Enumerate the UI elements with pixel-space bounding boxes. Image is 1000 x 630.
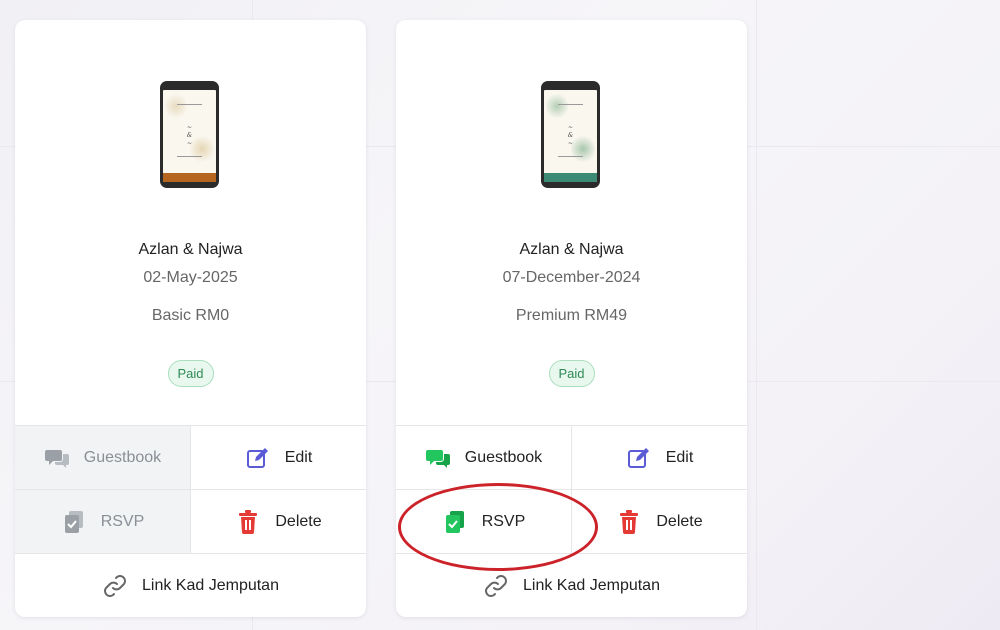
link-label: Link Kad Jemputan	[523, 577, 660, 594]
clipboard-check-icon	[61, 509, 87, 535]
rsvp-label: RSVP	[100, 512, 145, 530]
couple-names: Azlan & Najwa	[519, 241, 624, 258]
trash-icon	[616, 509, 642, 535]
pencil-square-icon	[626, 445, 652, 471]
edit-label: Edit	[665, 448, 694, 466]
card-actions: Guestbook Edit RSVP Delete Link Kad Jemp…	[15, 425, 366, 617]
link-icon	[102, 573, 128, 599]
rsvp-button[interactable]: RSVP	[15, 490, 190, 553]
invitation-preview-thumbnail[interactable]: ~ & ~	[541, 81, 600, 188]
status-badge: Paid	[548, 360, 595, 387]
trash-icon	[235, 509, 261, 535]
event-date: 07-December-2024	[502, 269, 641, 286]
edit-button[interactable]: Edit	[190, 426, 366, 489]
chat-bubbles-icon	[425, 445, 451, 471]
invitation-card: ~ & ~ Azlan & Najwa 07-December-2024 Premi…	[396, 20, 747, 617]
invitation-card: ~ & ~ Azlan & Najwa 02-May-2025 Basic RM0 …	[15, 20, 366, 617]
rsvp-button[interactable]: RSVP	[396, 490, 571, 553]
plan-label: Premium RM49	[515, 307, 628, 324]
clipboard-check-icon	[442, 509, 468, 535]
chat-bubbles-icon	[44, 445, 70, 471]
delete-button[interactable]: Delete	[190, 490, 366, 553]
rsvp-label: RSVP	[481, 512, 526, 530]
background-gridline	[756, 0, 757, 630]
event-date: 02-May-2025	[143, 269, 238, 286]
link-invitation-button[interactable]: Link Kad Jemputan	[396, 554, 747, 617]
card-actions: Guestbook Edit RSVP Delete Link Kad Jemp…	[396, 425, 747, 617]
pencil-square-icon	[245, 445, 271, 471]
delete-button[interactable]: Delete	[571, 490, 747, 553]
link-label: Link Kad Jemputan	[142, 577, 279, 594]
link-icon	[483, 573, 509, 599]
guestbook-label: Guestbook	[83, 448, 162, 466]
guestbook-button[interactable]: Guestbook	[15, 426, 190, 489]
guestbook-button[interactable]: Guestbook	[396, 426, 571, 489]
delete-label: Delete	[275, 512, 322, 530]
plan-label: Basic RM0	[151, 307, 230, 324]
delete-label: Delete	[656, 512, 703, 530]
link-invitation-button[interactable]: Link Kad Jemputan	[15, 554, 366, 617]
status-badge: Paid	[167, 360, 214, 387]
edit-label: Edit	[284, 448, 313, 466]
couple-names: Azlan & Najwa	[138, 241, 243, 258]
guestbook-label: Guestbook	[464, 448, 543, 466]
edit-button[interactable]: Edit	[571, 426, 747, 489]
invitation-preview-thumbnail[interactable]: ~ & ~	[160, 81, 219, 188]
